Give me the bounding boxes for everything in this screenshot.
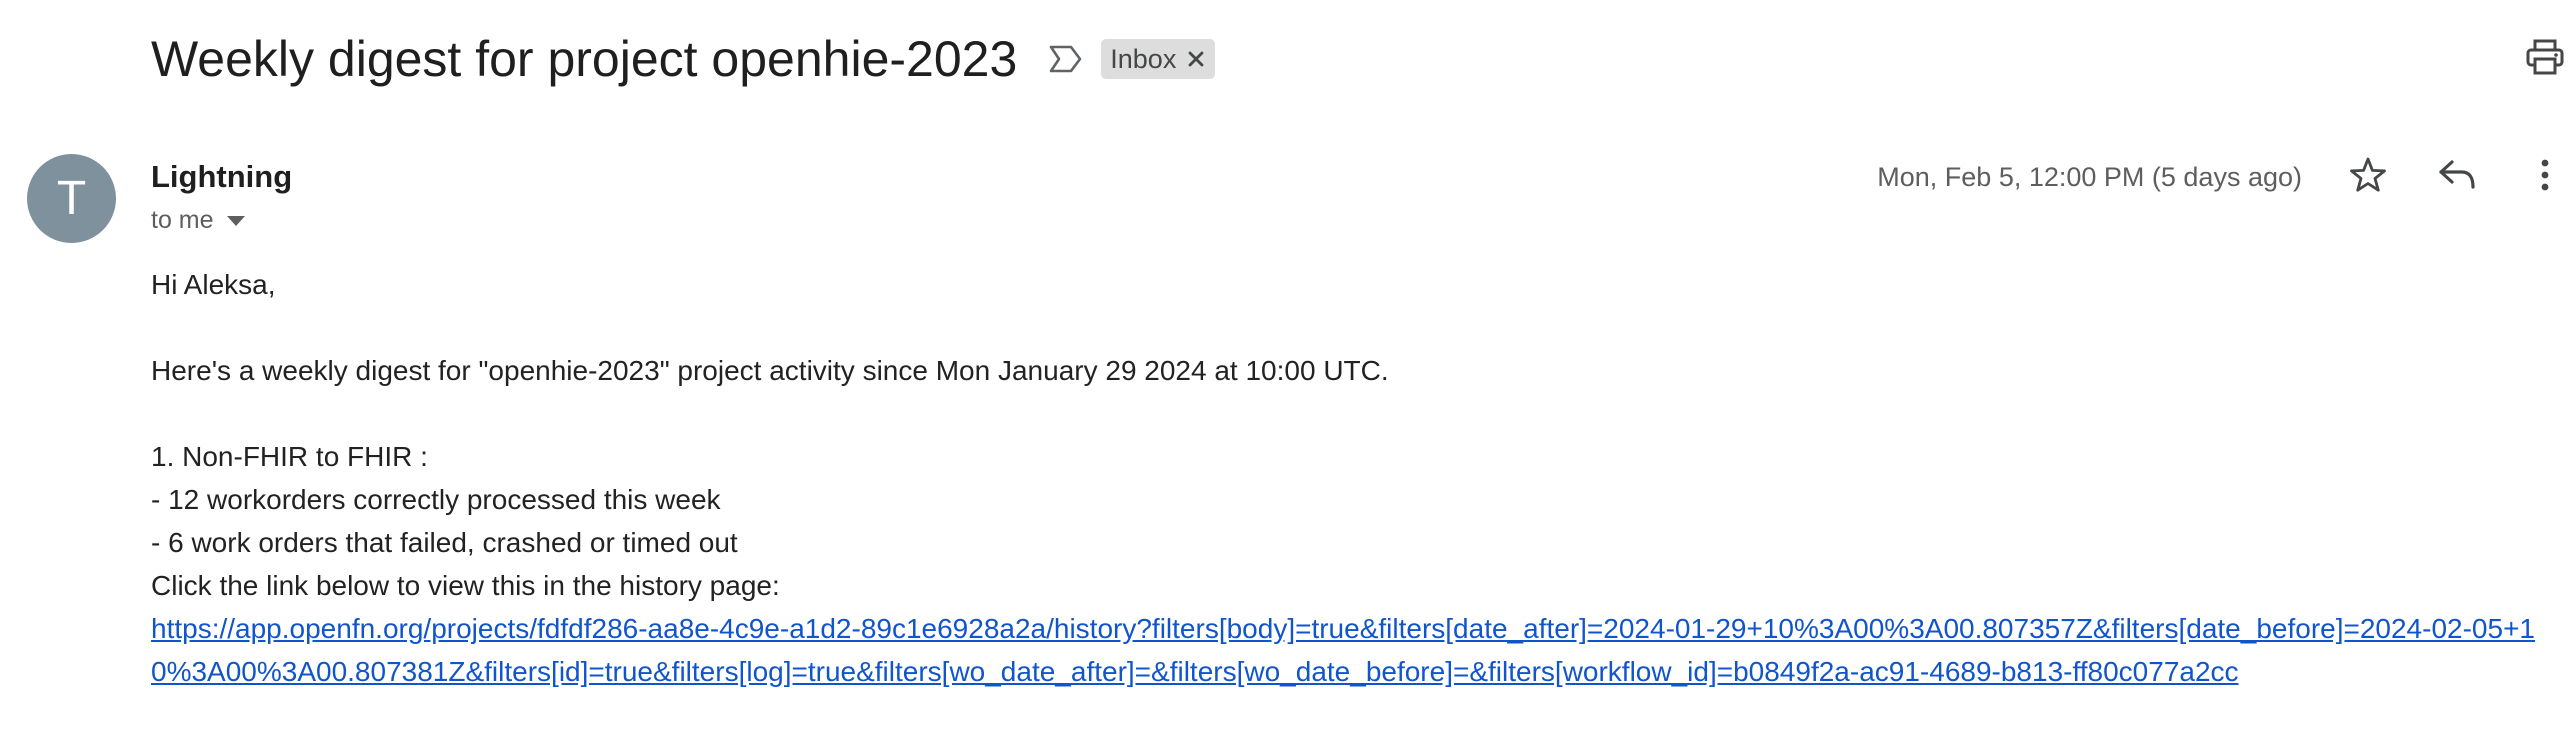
reply-button[interactable] [2434, 154, 2480, 200]
print-icon [2526, 39, 2564, 80]
avatar-initial: T [56, 172, 87, 225]
more-options-button[interactable] [2522, 154, 2568, 200]
sender-name[interactable]: Lightning [151, 159, 292, 195]
digest-intro: Here's a weekly digest for "openhie-2023… [151, 355, 1389, 386]
close-icon[interactable] [1185, 48, 1207, 70]
more-vertical-icon [2540, 158, 2550, 197]
reply-icon [2438, 159, 2476, 196]
important-marker-icon[interactable] [1047, 40, 1085, 78]
history-link-container: https://app.openfn.org/projects/fdfdf286… [151, 607, 2561, 693]
recipient-text: to me [151, 206, 214, 234]
inbox-label-chip[interactable]: Inbox [1101, 39, 1216, 79]
greeting: Hi Aleksa, [151, 269, 276, 300]
processed-count-line: - 12 workorders correctly processed this… [151, 484, 721, 515]
section-title: 1. Non-FHIR to FHIR : [151, 441, 428, 472]
recipient-details-toggle[interactable]: to me [151, 206, 246, 235]
avatar[interactable]: T [27, 154, 116, 243]
email-subject: Weekly digest for project openhie-2023 [151, 31, 1018, 87]
chevron-down-icon [226, 214, 246, 228]
link-prompt: Click the link below to view this in the… [151, 570, 780, 601]
print-button[interactable] [2522, 36, 2568, 82]
label-text: Inbox [1110, 43, 1177, 74]
star-button[interactable] [2345, 154, 2391, 200]
history-page-link[interactable]: https://app.openfn.org/projects/fdfdf286… [151, 613, 2535, 687]
subject-row: Weekly digest for project openhie-2023 I… [151, 28, 1216, 90]
star-icon [2349, 156, 2387, 199]
failed-count-line: - 6 work orders that failed, crashed or … [151, 527, 738, 558]
email-timestamp: Mon, Feb 5, 12:00 PM (5 days ago) [1877, 162, 2302, 192]
email-body: Hi Aleksa, Here's a weekly digest for "o… [151, 263, 2561, 693]
